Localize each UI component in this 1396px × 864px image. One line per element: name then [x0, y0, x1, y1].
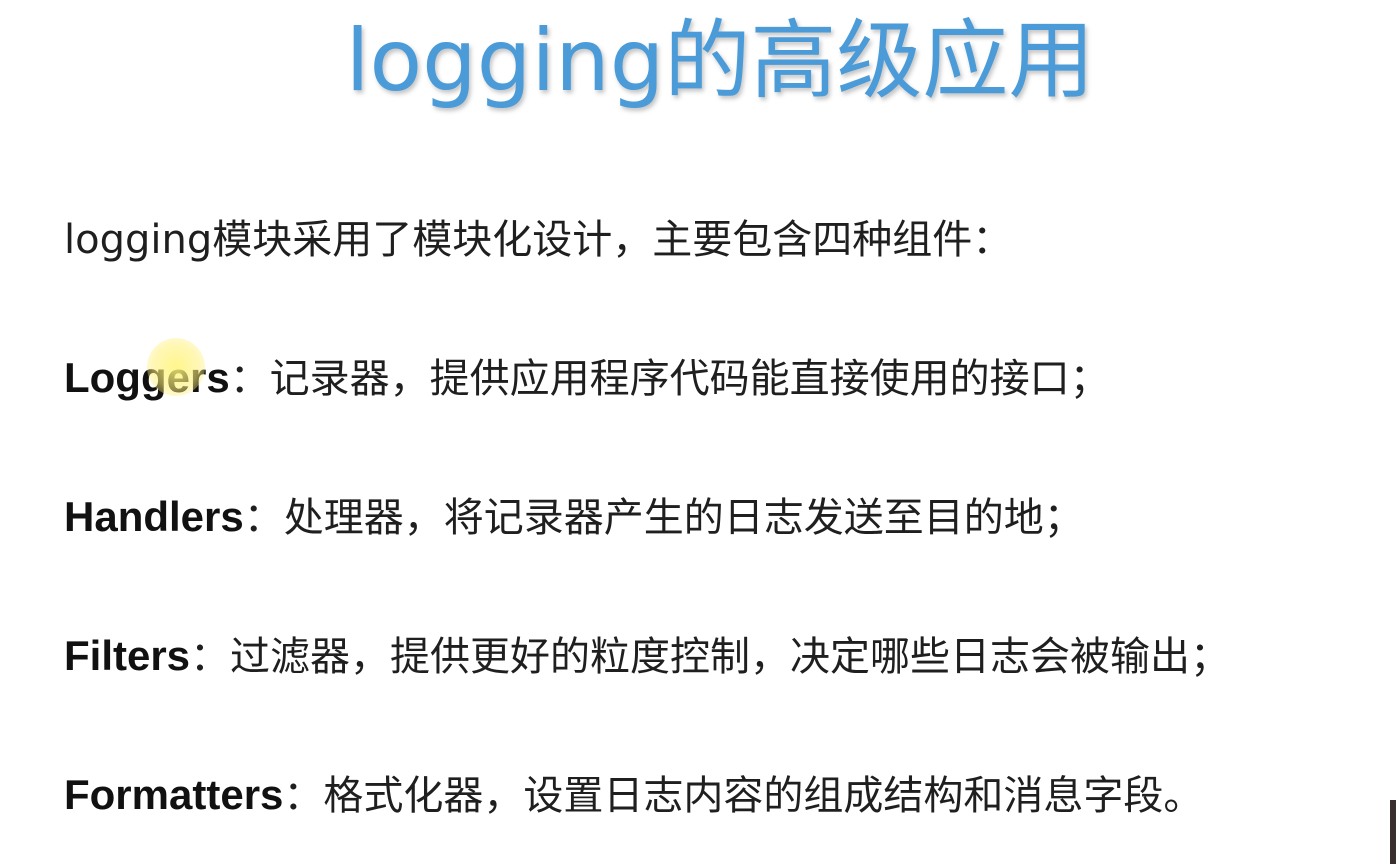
component-loggers: Loggers：记录器，提供应用程序代码能直接使用的接口；	[64, 350, 1110, 407]
intro-text: logging模块采用了模块化设计，主要包含四种组件：	[64, 217, 1013, 263]
component-term-handlers: Handlers	[64, 493, 244, 540]
component-description-filters: ：过滤器，提供更好的粒度控制，决定哪些日志会被输出；	[190, 634, 1231, 680]
component-description-loggers: ：记录器，提供应用程序代码能直接使用的接口；	[229, 356, 1110, 402]
component-handlers: Handlers：处理器，将记录器产生的日志发送至目的地；	[64, 489, 1084, 546]
component-term-loggers: Loggers	[64, 354, 230, 401]
component-formatters: Formatters：格式化器，设置日志内容的组成结构和消息字段。	[64, 767, 1203, 824]
component-term-formatters: Formatters	[64, 771, 284, 818]
component-filters: Filters：过滤器，提供更好的粒度控制，决定哪些日志会被输出；	[64, 628, 1230, 685]
edge-divider	[1390, 800, 1396, 864]
component-description-handlers: ：处理器，将记录器产生的日志发送至目的地；	[243, 495, 1084, 541]
component-description-formatters: ：格式化器，设置日志内容的组成结构和消息字段。	[283, 773, 1204, 819]
slide: logging的高级应用 logging模块采用了模块化设计，主要包含四种组件：…	[0, 0, 1396, 864]
slide-title: logging的高级应用	[345, 11, 1095, 111]
component-term-filters: Filters	[64, 632, 191, 679]
